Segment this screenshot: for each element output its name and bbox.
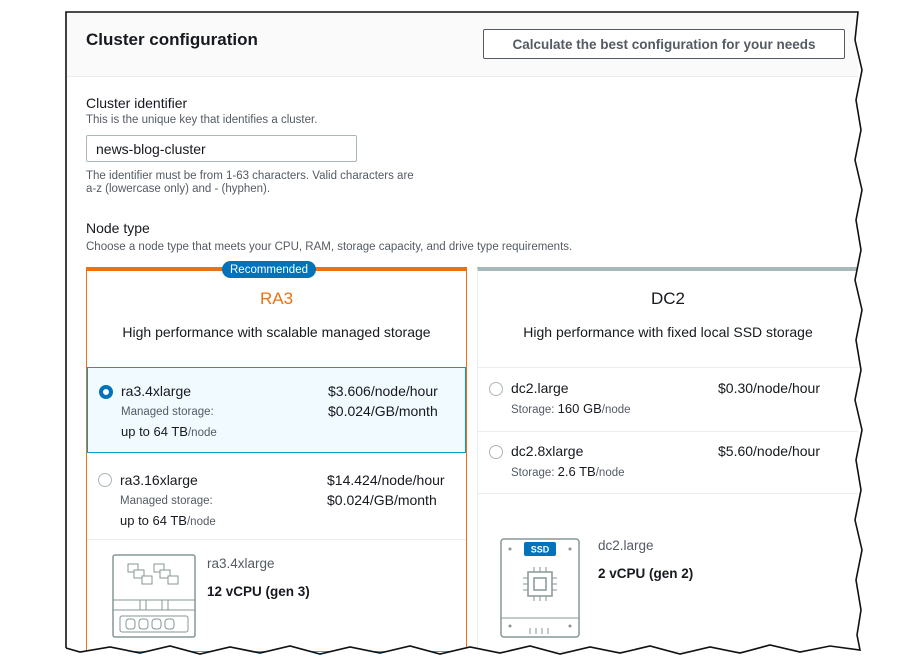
panel-title: Cluster configuration [86,30,258,49]
ra3-node-type-card[interactable]: RA3 High performance with scalable manag… [86,267,467,652]
dc2-summary-node-name: dc2.large [598,538,654,553]
ra3-summary-node-name: ra3.4xlarge [207,556,275,571]
dc2-large-option[interactable]: dc2.large $0.30/node/hour Storage: 160 G… [478,367,858,431]
dc2-card-title: DC2 [650,289,685,308]
dc2-8xlarge-option[interactable]: dc2.8xlarge $5.60/node/hour Storage: 2.6… [478,431,858,493]
dc2-ssd-illustration-icon: SSD [500,538,580,638]
cluster-identifier-label: Cluster identifier [86,95,188,111]
cluster-identifier-input[interactable] [86,135,357,162]
dc2-node-type-card[interactable]: DC2 High performance with fixed local SS… [477,267,858,652]
ra3-16xlarge-radio[interactable] [98,473,112,487]
ra3-summary-vcpu: 12 vCPU (gen 3) [207,584,310,599]
ra3-16xlarge-storage-label: Managed storage: [120,495,213,507]
screenshot-frame: Cluster configuration Calculate the best… [0,0,922,662]
ra3-4xlarge-radio[interactable] [99,385,113,399]
recommended-badge: Recommended [222,261,316,278]
cluster-identifier-hint-line1: The identifier must be from 1-63 charact… [86,170,414,182]
ra3-4xlarge-price: $3.606/node/hour [328,383,438,399]
node-type-label: Node type [86,220,150,236]
ra3-16xlarge-option[interactable]: ra3.16xlarge $14.424/node/hour Managed s… [87,456,466,538]
ra3-node-illustration-icon [112,554,196,638]
cluster-configuration-panel: Cluster configuration Calculate the best… [66,12,858,652]
ra3-16xlarge-storage-value: up to 64 TB/node [120,513,216,528]
ra3-4xlarge-name: ra3.4xlarge [121,383,192,399]
ra3-16xlarge-price: $14.424/node/hour [327,472,445,488]
calculate-best-configuration-button[interactable]: Calculate the best configuration for you… [483,29,845,59]
ra3-4xlarge-storage-label: Managed storage: [121,406,214,418]
ssd-label: SSD [531,545,550,555]
dc2-large-price: $0.30/node/hour [718,380,820,396]
dc2-8xlarge-radio[interactable] [489,445,503,459]
dc2-summary: SSD dc2.large 2 vCPU (gen 2) [478,493,858,652]
ra3-4xlarge-storage-value: up to 64 TB/node [121,424,217,439]
dc2-large-name: dc2.large [511,380,569,396]
ra3-4xlarge-option[interactable]: ra3.4xlarge $3.606/node/hour Managed sto… [87,367,466,453]
ra3-card-subtitle: High performance with scalable managed s… [122,324,431,340]
dc2-large-storage: Storage: 160 GB/node [511,401,631,416]
ra3-16xlarge-storage-price: $0.024/GB/month [327,492,437,508]
ra3-4xlarge-storage-price: $0.024/GB/month [328,403,438,419]
cluster-identifier-description: This is the unique key that identifies a… [86,114,318,126]
node-type-description: Choose a node type that meets your CPU, … [86,241,573,253]
dc2-large-radio[interactable] [489,382,503,396]
cluster-identifier-hint-line2: a-z (lowercase only) and - (hyphen). [86,183,271,195]
dc2-8xlarge-price: $5.60/node/hour [718,443,820,459]
ra3-card-title: RA3 [259,289,294,308]
dc2-8xlarge-storage: Storage: 2.6 TB/node [511,464,625,479]
dc2-summary-vcpu: 2 vCPU (gen 2) [598,566,694,581]
panel-header: Cluster configuration Calculate the best… [66,12,858,77]
dc2-8xlarge-name: dc2.8xlarge [511,443,584,459]
ra3-16xlarge-name: ra3.16xlarge [120,472,198,488]
ra3-summary: ra3.4xlarge 12 vCPU (gen 3) [87,539,466,652]
dc2-card-subtitle: High performance with fixed local SSD st… [523,324,813,340]
